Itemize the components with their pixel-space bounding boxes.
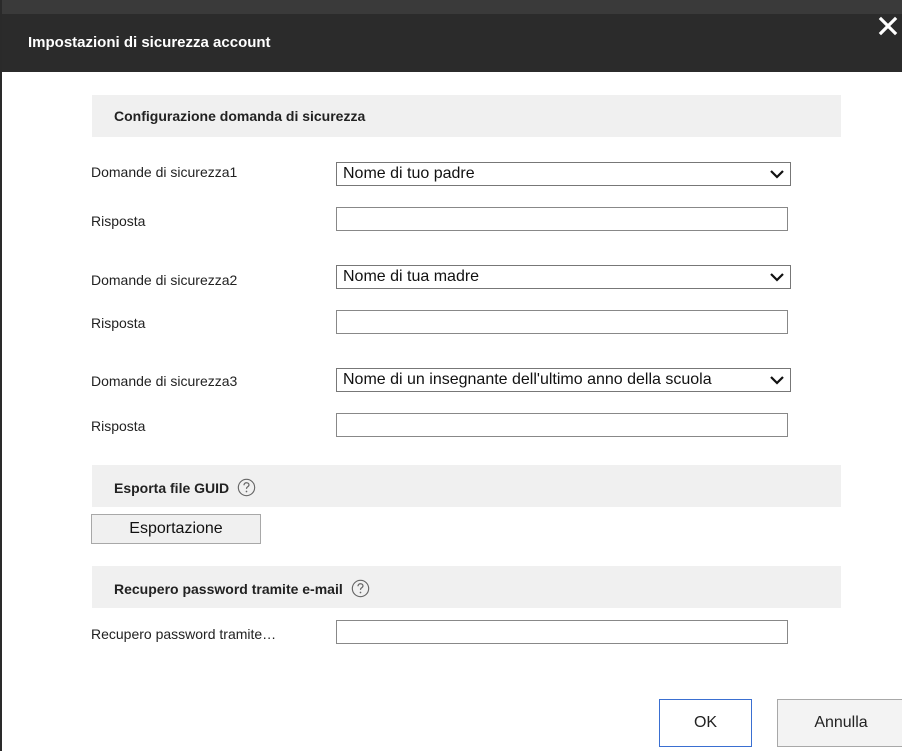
chevron-down-icon: [768, 372, 786, 388]
answer-3-input[interactable]: [336, 413, 788, 437]
security-question-1-select[interactable]: Nome di tuo padre: [336, 162, 791, 186]
email-recovery-section-header: Recupero password tramite e-mail: [92, 566, 841, 608]
email-recovery-label: Recupero password tramite…: [91, 626, 277, 642]
security-question-2-select[interactable]: Nome di tua madre: [336, 265, 791, 289]
guid-export-section-header: Esporta file GUID: [92, 465, 841, 507]
security-questions-section-title: Configurazione domanda di sicurezza: [114, 108, 366, 124]
guid-export-title-text: Esporta file GUID: [114, 479, 230, 496]
email-recovery-input[interactable]: [336, 620, 788, 644]
answer-2-input[interactable]: [336, 310, 788, 334]
security-question-3-select[interactable]: Nome di un insegnante dell'ultimo anno d…: [336, 368, 791, 392]
guid-export-section-title: Esporta file GUID: [114, 478, 256, 497]
email-recovery-title-text: Recupero password tramite e-mail: [114, 580, 343, 597]
background-strip: [2, 0, 902, 14]
answer-1-input[interactable]: [336, 207, 788, 231]
ok-button[interactable]: OK: [659, 699, 752, 747]
email-recovery-section-title: Recupero password tramite e-mail: [114, 579, 370, 598]
security-question-1-label: Domande di sicurezza1: [91, 164, 238, 180]
export-button[interactable]: Esportazione: [91, 514, 261, 544]
cancel-button[interactable]: Annulla: [777, 699, 902, 747]
close-button[interactable]: [876, 14, 900, 38]
close-icon: [876, 16, 900, 42]
dialog-titlebar: Impostazioni di sicurezza account: [2, 14, 902, 72]
answer-2-label: Risposta: [91, 315, 146, 331]
security-questions-section-header: Configurazione domanda di sicurezza: [92, 95, 841, 137]
security-question-1-value: Nome di tuo padre: [343, 165, 475, 182]
security-settings-dialog: Impostazioni di sicurezza account Config…: [0, 0, 902, 751]
chevron-down-icon: [768, 166, 786, 182]
dialog-title: Impostazioni di sicurezza account: [28, 34, 271, 51]
security-question-2-value: Nome di tua madre: [343, 268, 480, 285]
answer-3-label: Risposta: [91, 418, 146, 434]
security-question-3-label: Domande di sicurezza3: [91, 373, 238, 389]
security-question-3-value: Nome di un insegnante dell'ultimo anno d…: [343, 371, 712, 388]
chevron-down-icon: [768, 269, 786, 285]
help-icon[interactable]: [351, 579, 370, 598]
security-question-2-label: Domande di sicurezza2: [91, 272, 238, 288]
answer-1-label: Risposta: [91, 213, 146, 229]
help-icon[interactable]: [237, 478, 256, 497]
